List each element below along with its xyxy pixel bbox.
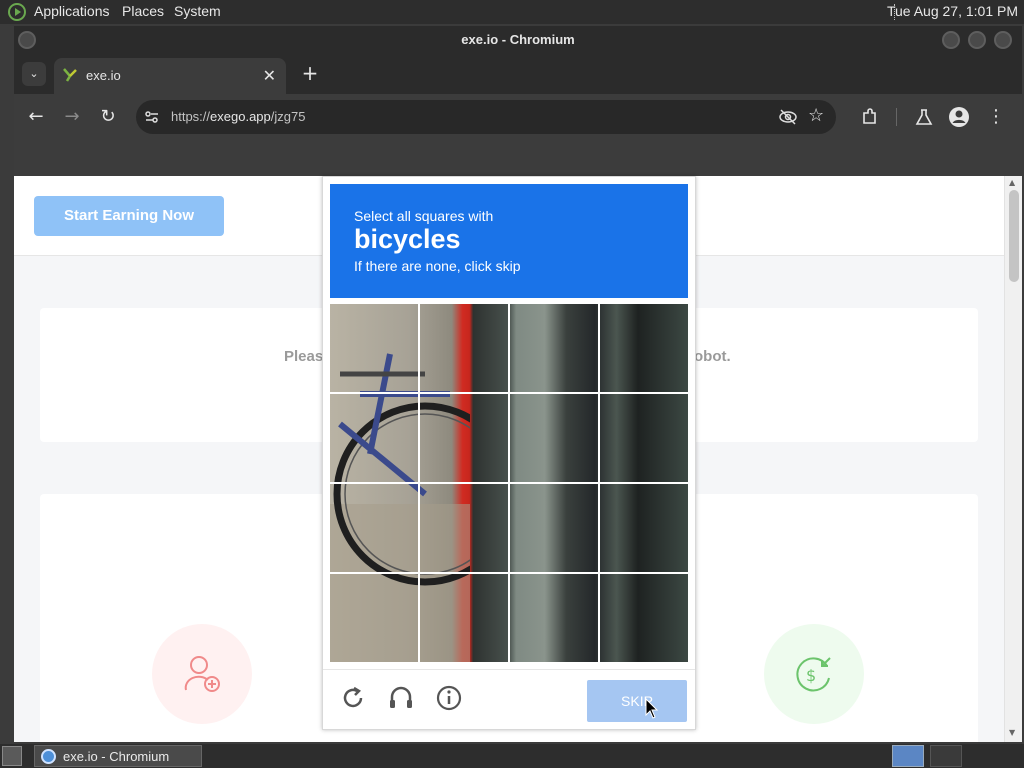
chevron-down-icon: ⌄ bbox=[29, 67, 39, 80]
site-settings-icon[interactable] bbox=[144, 109, 160, 125]
menu-kebab-icon[interactable]: ⋮ bbox=[984, 105, 1008, 129]
captcha-header: Select all squares with bicycles If ther… bbox=[330, 184, 688, 298]
skip-button[interactable]: SKIP bbox=[587, 680, 687, 722]
url-scheme: https:// bbox=[171, 109, 211, 124]
title-bar[interactable]: exe.io - Chromium bbox=[14, 26, 1022, 54]
menu-places[interactable]: Places bbox=[122, 3, 164, 19]
grid-line bbox=[330, 482, 688, 484]
money-return-icon: $ bbox=[796, 657, 831, 692]
forward-arrow-icon[interactable]: → bbox=[60, 105, 84, 129]
tab-strip: ⌄ exe.io ✕ + bbox=[14, 54, 1022, 94]
grid-line bbox=[330, 572, 688, 574]
captcha-tile[interactable] bbox=[600, 574, 688, 662]
minimize-button[interactable] bbox=[942, 31, 960, 49]
show-desktop-button[interactable] bbox=[2, 746, 22, 766]
captcha-challenge: Select all squares with bicycles If ther… bbox=[322, 176, 696, 730]
labs-flask-icon[interactable] bbox=[914, 107, 934, 127]
applications-logo-icon[interactable] bbox=[8, 3, 26, 21]
captcha-tile[interactable] bbox=[420, 304, 508, 392]
back-arrow-icon[interactable]: ← bbox=[24, 105, 48, 129]
grid-line bbox=[330, 392, 688, 394]
captcha-footer: SKIP bbox=[323, 669, 695, 729]
chromium-icon bbox=[41, 749, 56, 764]
browser-toolbar: ← → ↻ https://exego.app/jzg75 ☆ ⋮ bbox=[14, 94, 1022, 140]
captcha-tile[interactable] bbox=[330, 484, 418, 572]
feature-money-circle: $ bbox=[764, 624, 864, 724]
audio-headphones-icon[interactable] bbox=[387, 684, 415, 712]
menu-system[interactable]: System bbox=[174, 3, 221, 19]
scroll-up-arrow-icon[interactable]: ▲ bbox=[1009, 178, 1015, 187]
workspace-2[interactable] bbox=[930, 745, 962, 767]
captcha-tile[interactable] bbox=[600, 394, 688, 482]
tab-search-button[interactable]: ⌄ bbox=[22, 62, 46, 86]
svg-text:$: $ bbox=[806, 666, 816, 685]
captcha-tile[interactable] bbox=[330, 304, 418, 392]
taskbar-window-item[interactable]: exe.io - Chromium bbox=[34, 745, 202, 767]
reload-icon[interactable]: ↻ bbox=[96, 105, 120, 129]
captcha-tile[interactable] bbox=[420, 484, 508, 572]
captcha-target: bicycles bbox=[354, 224, 461, 254]
browser-tab[interactable]: exe.io ✕ bbox=[54, 58, 286, 94]
captcha-tile[interactable] bbox=[330, 394, 418, 482]
captcha-instruction: Select all squares with bbox=[354, 208, 494, 224]
captcha-image-grid bbox=[330, 304, 688, 662]
mouse-cursor-icon bbox=[645, 698, 659, 719]
tab-title: exe.io bbox=[86, 68, 121, 83]
add-user-icon bbox=[184, 656, 220, 692]
page-scrollbar[interactable]: ▲ ▼ bbox=[1004, 176, 1022, 742]
captcha-tile[interactable] bbox=[510, 574, 598, 662]
toolbar-separator bbox=[896, 108, 897, 126]
refresh-icon[interactable] bbox=[339, 684, 367, 712]
scroll-thumb[interactable] bbox=[1009, 190, 1019, 282]
captcha-tile[interactable] bbox=[600, 304, 688, 392]
exe-favicon-icon bbox=[63, 68, 77, 82]
captcha-tile[interactable] bbox=[510, 484, 598, 572]
top-panel: Applications Places System Tue Aug 27, 1… bbox=[0, 0, 1024, 24]
address-bar[interactable]: https://exego.app/jzg75 ☆ bbox=[136, 100, 836, 134]
eye-slash-icon[interactable] bbox=[778, 108, 798, 126]
bookmark-star-icon[interactable]: ☆ bbox=[808, 105, 824, 126]
info-icon[interactable] bbox=[435, 684, 463, 712]
captcha-tile[interactable] bbox=[420, 394, 508, 482]
captcha-tile[interactable] bbox=[510, 304, 598, 392]
maximize-button[interactable] bbox=[968, 31, 986, 49]
url-text[interactable]: https://exego.app/jzg75 bbox=[171, 109, 305, 124]
bottom-taskbar: exe.io - Chromium bbox=[0, 744, 1024, 768]
panel-clock[interactable]: Tue Aug 27, 1:01 PM bbox=[887, 3, 1018, 19]
notice-text-left: Pleas bbox=[284, 348, 324, 365]
taskbar-window-label: exe.io - Chromium bbox=[63, 749, 170, 764]
toolbar-lower-strip bbox=[14, 140, 1022, 176]
captcha-hint: If there are none, click skip bbox=[354, 258, 521, 274]
profile-avatar-icon[interactable] bbox=[948, 106, 970, 128]
url-host: exego.app bbox=[210, 109, 271, 124]
scroll-down-arrow-icon[interactable]: ▼ bbox=[1009, 728, 1015, 737]
close-window-button[interactable] bbox=[994, 31, 1012, 49]
url-path: /jzg75 bbox=[270, 109, 306, 124]
menu-applications[interactable]: Applications bbox=[34, 3, 110, 19]
captcha-tile[interactable] bbox=[510, 394, 598, 482]
captcha-tile[interactable] bbox=[600, 484, 688, 572]
captcha-tile[interactable] bbox=[420, 574, 508, 662]
tab-close-icon[interactable]: ✕ bbox=[263, 66, 276, 85]
extensions-puzzle-icon[interactable] bbox=[860, 107, 880, 127]
captcha-tile[interactable] bbox=[330, 574, 418, 662]
new-tab-button[interactable]: + bbox=[298, 62, 322, 86]
notice-text-right: obot. bbox=[694, 348, 731, 365]
feature-user-circle bbox=[152, 624, 252, 724]
window-title: exe.io - Chromium bbox=[461, 32, 575, 47]
start-earning-button[interactable]: Start Earning Now bbox=[34, 196, 224, 236]
workspace-1[interactable] bbox=[892, 745, 924, 767]
